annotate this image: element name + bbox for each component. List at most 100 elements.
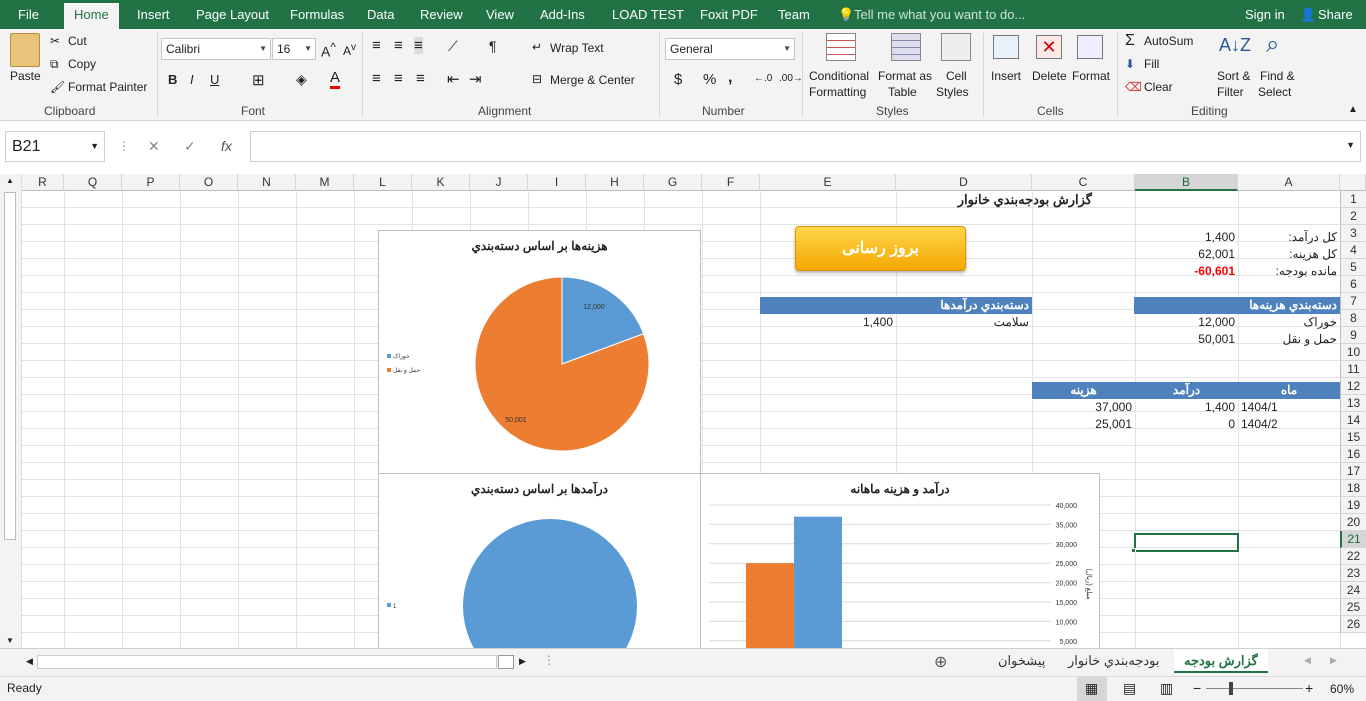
horizontal-scroll-track[interactable] [37, 655, 497, 669]
column-header[interactable]: Q [64, 174, 122, 191]
decrease-decimal-icon[interactable]: .00→ [779, 73, 803, 84]
tab-load-test[interactable]: LOAD TEST [612, 0, 684, 29]
decrease-indent-icon[interactable]: ⇤ [447, 70, 460, 88]
paste-icon[interactable] [10, 33, 40, 67]
row-header[interactable]: 14 [1340, 412, 1366, 429]
row-header[interactable]: 16 [1340, 446, 1366, 463]
column-header[interactable]: L [354, 174, 412, 191]
row-header[interactable]: 7 [1340, 293, 1366, 310]
align-center-icon[interactable]: ≡ [394, 70, 403, 87]
align-bottom-icon[interactable]: ≡ [414, 37, 423, 54]
insert-cells-button[interactable]: Insert [991, 69, 1021, 83]
sheet-tab-dashboard[interactable]: پیشخوان [988, 649, 1055, 673]
row-header[interactable]: 5 [1340, 259, 1366, 276]
scroll-thumb[interactable] [4, 192, 16, 540]
new-sheet-icon[interactable]: ⊕ [934, 652, 947, 672]
cancel-icon[interactable]: ✕ [148, 131, 160, 162]
row-header[interactable]: 15 [1340, 429, 1366, 446]
column-header[interactable]: P [122, 174, 180, 191]
paste-button[interactable]: Paste [10, 69, 41, 83]
format-as-table-button[interactable]: Format as [878, 69, 932, 83]
cell-styles-button[interactable]: Cell [946, 69, 967, 83]
borders-icon[interactable]: ⊞ [252, 71, 265, 89]
align-top-icon[interactable]: ≡ [372, 37, 381, 54]
sort-filter-button[interactable]: Sort & [1217, 69, 1250, 83]
grow-font-icon[interactable]: A^ [321, 41, 336, 60]
share-button[interactable]: Share [1318, 0, 1353, 29]
tab-scroll-left-icon[interactable]: ◀ [1304, 655, 1311, 666]
row-header[interactable]: 22 [1340, 548, 1366, 565]
tab-view[interactable]: View [486, 0, 514, 29]
row-header[interactable]: 19 [1340, 497, 1366, 514]
find-select-button[interactable]: Find & [1260, 69, 1295, 83]
zoom-slider-thumb[interactable] [1229, 682, 1233, 695]
row-header[interactable]: 25 [1340, 599, 1366, 616]
tab-scroll-right-icon[interactable]: ▶ [1330, 655, 1337, 666]
row-header[interactable]: 26 [1340, 616, 1366, 633]
name-box[interactable]: B21 ▼ [5, 131, 105, 162]
align-right-icon[interactable]: ≡ [416, 70, 425, 87]
selected-cell[interactable] [1134, 533, 1239, 552]
sheet-tab-household-budget[interactable]: بودجه‌بندي خانوار [1058, 649, 1170, 673]
tab-insert[interactable]: Insert [137, 0, 170, 29]
column-header[interactable]: D [896, 174, 1032, 191]
tab-team[interactable]: Team [778, 0, 810, 29]
income-cat-value[interactable]: 1,400 [760, 314, 896, 331]
income-cat-name[interactable]: سلامت [896, 314, 1032, 331]
number-format-select[interactable]: General ▼ [665, 38, 795, 60]
scroll-down-icon[interactable]: ▼ [6, 636, 14, 645]
column-header[interactable]: H [586, 174, 644, 191]
row-header[interactable]: 20 [1340, 514, 1366, 531]
total-income-value[interactable]: 1,400 [1135, 229, 1238, 246]
monthly-income-cell[interactable]: 1,400 [1135, 399, 1238, 416]
balance-label[interactable]: مانده بودجه: [1238, 263, 1340, 280]
row-header[interactable]: 17 [1340, 463, 1366, 480]
row-header[interactable]: 9 [1340, 327, 1366, 344]
horizontal-scroll-thumb[interactable] [498, 655, 514, 669]
format-painter-button[interactable]: Format Painter [68, 80, 147, 94]
page-break-view-icon[interactable]: ▥ [1160, 680, 1173, 697]
column-header[interactable]: K [412, 174, 470, 191]
column-header[interactable]: B [1135, 174, 1238, 191]
monthly-expense-cell[interactable]: 37,000 [1032, 399, 1135, 416]
percent-button[interactable]: % [703, 71, 716, 88]
increase-decimal-icon[interactable]: ←.0 [754, 73, 772, 84]
monthly-month-cell[interactable]: 1404/1 [1238, 399, 1340, 416]
clear-button[interactable]: Clear [1144, 80, 1173, 94]
tab-formulas[interactable]: Formulas [290, 0, 344, 29]
column-header[interactable]: I [528, 174, 586, 191]
zoom-level[interactable]: 60% [1330, 682, 1354, 696]
expense-pie-chart[interactable]: هزینه‌ها بر اساس دسته‌بندي 12,000 50,001… [378, 230, 701, 474]
tell-me-box[interactable]: Tell me what you want to do... [854, 0, 1025, 29]
expense-cat-name[interactable]: خوراک [1238, 314, 1340, 331]
monthly-expense-header[interactable]: هزینه [1032, 382, 1135, 399]
select-all-corner[interactable] [1340, 174, 1366, 191]
monthly-bar-chart[interactable]: درآمد و هزینه ماهانه 40,000 35,000 30,000 2… [700, 473, 1100, 648]
scroll-up-icon[interactable]: ▲ [6, 176, 14, 185]
monthly-income-header[interactable]: درآمد [1135, 382, 1238, 399]
orientation-icon[interactable]: ⟋ [448, 38, 458, 55]
row-header[interactable]: 21 [1340, 531, 1366, 548]
comma-button[interactable]: , [728, 69, 732, 87]
monthly-month-header[interactable]: ماه [1238, 382, 1340, 399]
row-header[interactable]: 24 [1340, 582, 1366, 599]
tab-page-layout[interactable]: Page Layout [196, 0, 269, 29]
monthly-income-cell[interactable]: 0 [1135, 416, 1238, 433]
formula-input[interactable]: ▼ [250, 131, 1361, 162]
income-pie-chart[interactable]: درآمدها بر اساس دسته‌بندي 1 [378, 473, 701, 648]
rtl-icon[interactable]: ¶ [489, 38, 497, 54]
font-name-select[interactable]: Calibri ▼ [161, 38, 271, 60]
row-header[interactable]: 13 [1340, 395, 1366, 412]
column-header[interactable]: N [238, 174, 296, 191]
monthly-expense-cell[interactable]: 25,001 [1032, 416, 1135, 433]
sign-in-link[interactable]: Sign in [1245, 0, 1285, 29]
increase-indent-icon[interactable]: ⇥ [469, 70, 482, 88]
row-header[interactable]: 8 [1340, 310, 1366, 327]
scroll-right-icon[interactable]: ▶ [519, 656, 526, 667]
expense-cat-name[interactable]: حمل و نقل [1238, 331, 1340, 348]
tab-add-ins[interactable]: Add-Ins [540, 0, 585, 29]
wrap-text-button[interactable]: Wrap Text [550, 41, 604, 55]
currency-button[interactable]: $ [674, 71, 682, 88]
tab-review[interactable]: Review [420, 0, 463, 29]
expense-cat-value[interactable]: 12,000 [1135, 314, 1238, 331]
